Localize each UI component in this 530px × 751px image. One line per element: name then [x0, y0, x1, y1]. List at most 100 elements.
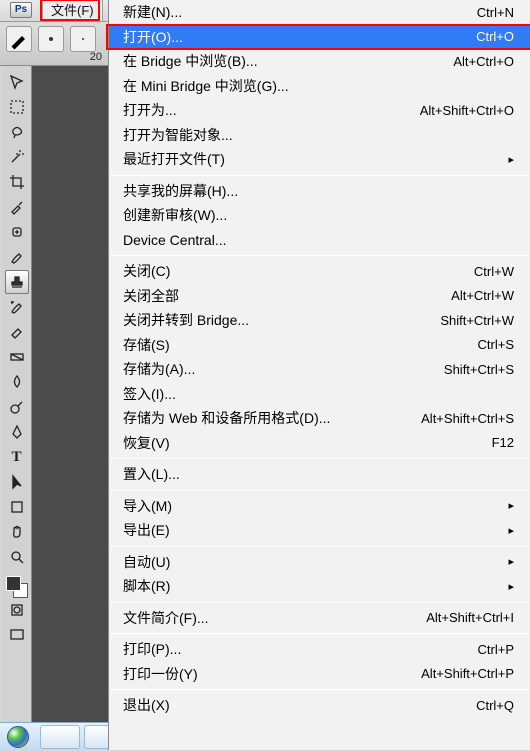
windows-orb-icon	[7, 726, 29, 748]
menu-item-label: 自动(U)	[123, 552, 500, 572]
menu-item-label: 最近打开文件(T)	[123, 149, 500, 169]
menu-separator	[111, 255, 528, 256]
menu-item-label: 打印(P)...	[123, 639, 478, 659]
file-menu-dropdown: 新建(N)...Ctrl+N打开(O)...Ctrl+O在 Bridge 中浏览…	[108, 0, 530, 750]
menu-item-label: 关闭(C)	[123, 261, 474, 281]
menu-item[interactable]: 自动(U)	[109, 550, 530, 575]
tools-panel: T	[2, 66, 32, 722]
menu-item-label: 新建(N)...	[123, 2, 477, 22]
tool-hand[interactable]	[5, 520, 29, 544]
menu-item-label: 置入(L)...	[123, 464, 514, 484]
menu-item-label: 在 Bridge 中浏览(B)...	[123, 51, 453, 71]
menu-item[interactable]: 导出(E)	[109, 518, 530, 543]
menu-item-accel: Shift+Ctrl+W	[440, 313, 514, 328]
menu-item[interactable]: 关闭全部Alt+Ctrl+W	[109, 284, 530, 309]
tool-dodge[interactable]	[5, 395, 29, 419]
menu-item-label: 存储(S)	[123, 335, 478, 355]
menu-item-accel: Ctrl+P	[478, 642, 514, 657]
menu-item-label: 导出(E)	[123, 520, 500, 540]
tool-history-brush[interactable]	[5, 295, 29, 319]
start-button[interactable]	[0, 723, 36, 751]
menu-separator	[111, 546, 528, 547]
tool-blur[interactable]	[5, 370, 29, 394]
menu-item-accel: Ctrl+W	[474, 264, 514, 279]
menu-item[interactable]: 置入(L)...	[109, 462, 530, 487]
menu-item[interactable]: 打开为智能对象...	[109, 123, 530, 148]
menu-item-accel: F12	[492, 435, 514, 450]
menu-separator	[111, 458, 528, 459]
menu-item[interactable]: 文件简介(F)...Alt+Shift+Ctrl+I	[109, 606, 530, 631]
menu-item[interactable]: 在 Bridge 中浏览(B)...Alt+Ctrl+O	[109, 49, 530, 74]
menu-item[interactable]: 关闭并转到 Bridge...Shift+Ctrl+W	[109, 308, 530, 333]
tool-pen[interactable]	[5, 420, 29, 444]
tool-wand[interactable]	[5, 145, 29, 169]
tool-eyedropper[interactable]	[5, 195, 29, 219]
menu-item[interactable]: 打开为...Alt+Shift+Ctrl+O	[109, 98, 530, 123]
menu-item-label: 打开(O)...	[123, 27, 476, 47]
brush-settings[interactable]	[70, 26, 96, 52]
menu-separator	[111, 602, 528, 603]
tool-healing[interactable]	[5, 220, 29, 244]
tool-move[interactable]	[5, 70, 29, 94]
menu-item-label: 存储为(A)...	[123, 359, 444, 379]
menu-item[interactable]: 打开(O)...Ctrl+O	[109, 25, 530, 50]
file-menu-button[interactable]: 文件(F)	[42, 0, 103, 21]
menu-item[interactable]: 新建(N)...Ctrl+N	[109, 0, 530, 25]
menu-item-accel: Shift+Ctrl+S	[444, 362, 514, 377]
menu-item-label: 打印一份(Y)	[123, 664, 421, 684]
menu-item-label: 关闭全部	[123, 286, 451, 306]
menu-item[interactable]: 创建新审核(W)...	[109, 203, 530, 228]
menu-item[interactable]: 在 Mini Bridge 中浏览(G)...	[109, 74, 530, 99]
brush-preset-picker[interactable]	[6, 26, 32, 52]
menu-item[interactable]: 退出(X)Ctrl+Q	[109, 693, 530, 718]
menu-item-accel: Alt+Shift+Ctrl+O	[420, 103, 514, 118]
taskbar-item[interactable]	[40, 725, 80, 749]
tool-eraser[interactable]	[5, 320, 29, 344]
canvas-edge	[32, 66, 108, 722]
menu-item-label: 存储为 Web 和设备所用格式(D)...	[123, 408, 421, 428]
brush-preview[interactable]	[38, 26, 64, 52]
tool-stamp[interactable]	[5, 270, 29, 294]
tool-lasso[interactable]	[5, 120, 29, 144]
screen-mode-icon[interactable]	[5, 623, 29, 647]
ps-logo-icon: Ps	[10, 2, 32, 18]
menu-item-accel: Alt+Ctrl+O	[453, 54, 514, 69]
menu-item[interactable]: 存储为(A)...Shift+Ctrl+S	[109, 357, 530, 382]
menu-separator	[111, 689, 528, 690]
tool-type[interactable]: T	[5, 445, 29, 469]
tool-marquee[interactable]	[5, 95, 29, 119]
menu-item[interactable]: 存储为 Web 和设备所用格式(D)...Alt+Shift+Ctrl+S	[109, 406, 530, 431]
tool-brush[interactable]	[5, 245, 29, 269]
menu-item-label: 脚本(R)	[123, 576, 500, 596]
menu-separator	[111, 175, 528, 176]
menu-item[interactable]: 最近打开文件(T)	[109, 147, 530, 172]
menu-item[interactable]: 脚本(R)	[109, 574, 530, 599]
menu-item[interactable]: 签入(I)...	[109, 382, 530, 407]
menu-item-accel: Alt+Ctrl+W	[451, 288, 514, 303]
menu-item[interactable]: 关闭(C)Ctrl+W	[109, 259, 530, 284]
tool-path-select[interactable]	[5, 470, 29, 494]
quick-mask-icon[interactable]	[5, 598, 29, 622]
menu-item[interactable]: 恢复(V)F12	[109, 431, 530, 456]
menu-item-accel: Ctrl+S	[478, 337, 514, 352]
menu-item-label: 打开为...	[123, 100, 420, 120]
options-bar: 20	[0, 22, 108, 66]
menu-item[interactable]: Device Central...	[109, 228, 530, 253]
color-swatch[interactable]	[6, 576, 28, 598]
menu-item[interactable]: 打印(P)...Ctrl+P	[109, 637, 530, 662]
tool-zoom[interactable]	[5, 545, 29, 569]
menu-item[interactable]: 共享我的屏幕(H)...	[109, 179, 530, 204]
menu-item-label: 文件简介(F)...	[123, 608, 426, 628]
menu-item-label: 创建新审核(W)...	[123, 205, 514, 225]
tool-shape[interactable]	[5, 495, 29, 519]
tool-crop[interactable]	[5, 170, 29, 194]
tool-gradient[interactable]	[5, 345, 29, 369]
menu-item[interactable]: 导入(M)	[109, 494, 530, 519]
menu-item-accel: Ctrl+N	[477, 5, 514, 20]
menu-item[interactable]: 存储(S)Ctrl+S	[109, 333, 530, 358]
menu-separator	[111, 490, 528, 491]
menu-item-label: 恢复(V)	[123, 433, 492, 453]
menu-item-label: 共享我的屏幕(H)...	[123, 181, 514, 201]
menu-item-label: 关闭并转到 Bridge...	[123, 310, 440, 330]
menu-item[interactable]: 打印一份(Y)Alt+Shift+Ctrl+P	[109, 662, 530, 687]
